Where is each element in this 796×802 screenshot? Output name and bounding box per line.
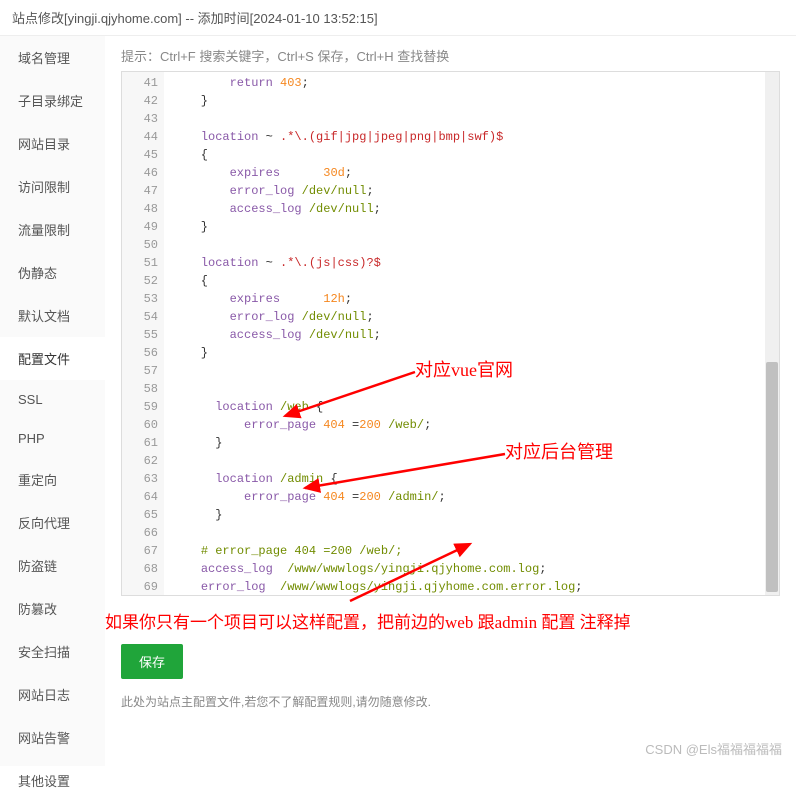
code-line[interactable]: access_log /www/wwwlogs/yingji.qjyhome.c… xyxy=(164,560,779,578)
code-line[interactable] xyxy=(164,452,779,470)
code-line[interactable]: error_log /dev/null; xyxy=(164,182,779,200)
line-number: 53 xyxy=(122,290,164,308)
line-number: 41 xyxy=(122,74,164,92)
line-number: 54 xyxy=(122,308,164,326)
code-line[interactable]: return 403; xyxy=(164,74,779,92)
line-number: 44 xyxy=(122,128,164,146)
code-line[interactable]: expires 30d; xyxy=(164,164,779,182)
content-panel: 提示：Ctrl+F 搜索关键字，Ctrl+S 保存，Ctrl+H 查找替换 41… xyxy=(105,36,796,766)
sidebar-item-13[interactable]: 防篡改 xyxy=(0,587,105,630)
code-line[interactable]: } xyxy=(164,434,779,452)
sidebar-item-15[interactable]: 网站日志 xyxy=(0,673,105,716)
line-number: 66 xyxy=(122,524,164,542)
sidebar-item-1[interactable]: 子目录绑定 xyxy=(0,79,105,122)
sidebar-item-5[interactable]: 伪静态 xyxy=(0,251,105,294)
hint-text: 提示：Ctrl+F 搜索关键字，Ctrl+S 保存，Ctrl+H 查找替换 xyxy=(121,46,780,65)
line-number: 42 xyxy=(122,92,164,110)
code-line[interactable]: } xyxy=(164,218,779,236)
code-line[interactable]: location /web { xyxy=(164,398,779,416)
code-line[interactable]: } xyxy=(164,506,779,524)
sidebar-item-17[interactable]: 其他设置 xyxy=(0,759,105,802)
annotation-single: 如果你只有一个项目可以这样配置，把前边的web 跟admin 配置 注释掉 xyxy=(105,608,631,633)
code-line[interactable]: location /admin { xyxy=(164,470,779,488)
line-number: 68 xyxy=(122,560,164,578)
sidebar-item-6[interactable]: 默认文档 xyxy=(0,294,105,337)
code-line[interactable] xyxy=(164,380,779,398)
code-line[interactable]: error_page 404 =200 /web/; xyxy=(164,416,779,434)
line-number: 65 xyxy=(122,506,164,524)
code-line[interactable]: } xyxy=(164,344,779,362)
line-number: 45 xyxy=(122,146,164,164)
code-line[interactable] xyxy=(164,524,779,542)
code-line[interactable]: error_log /dev/null; xyxy=(164,308,779,326)
line-number: 63 xyxy=(122,470,164,488)
sidebar-item-16[interactable]: 网站告警 xyxy=(0,716,105,759)
line-gutter: 4142434445464748495051525354555657585960… xyxy=(122,72,164,596)
code-line[interactable]: error_log /www/wwwlogs/yingji.qjyhome.co… xyxy=(164,578,779,596)
sidebar-item-8[interactable]: SSL xyxy=(0,380,105,419)
footer-note: 此处为站点主配置文件,若您不了解配置规则,请勿随意修改. xyxy=(121,693,780,710)
sidebar-item-14[interactable]: 安全扫描 xyxy=(0,630,105,673)
code-line[interactable]: } xyxy=(164,92,779,110)
save-button[interactable]: 保存 xyxy=(121,644,183,679)
line-number: 67 xyxy=(122,542,164,560)
code-area[interactable]: return 403; } location ~ .*\.(gif|jpg|jp… xyxy=(164,74,779,596)
sidebar-item-0[interactable]: 域名管理 xyxy=(0,36,105,79)
line-number: 61 xyxy=(122,434,164,452)
watermark: CSDN @Els福福福福福 xyxy=(645,739,782,758)
code-line[interactable]: access_log /dev/null; xyxy=(164,326,779,344)
sidebar-item-3[interactable]: 访问限制 xyxy=(0,165,105,208)
line-number: 49 xyxy=(122,218,164,236)
window-title: 站点修改[yingji.qjyhome.com] -- 添加时间[2024-01… xyxy=(0,0,796,36)
line-number: 59 xyxy=(122,398,164,416)
line-number: 50 xyxy=(122,236,164,254)
line-number: 64 xyxy=(122,488,164,506)
code-line[interactable]: { xyxy=(164,272,779,290)
code-line[interactable] xyxy=(164,362,779,380)
line-number: 58 xyxy=(122,380,164,398)
code-line[interactable]: # error_page 404 =200 /web/; xyxy=(164,542,779,560)
line-number: 56 xyxy=(122,344,164,362)
code-line[interactable] xyxy=(164,110,779,128)
sidebar-item-4[interactable]: 流量限制 xyxy=(0,208,105,251)
sidebar-item-7[interactable]: 配置文件 xyxy=(0,337,105,380)
sidebar-item-11[interactable]: 反向代理 xyxy=(0,501,105,544)
line-number: 55 xyxy=(122,326,164,344)
code-line[interactable]: location ~ .*\.(js|css)?$ xyxy=(164,254,779,272)
sidebar-item-12[interactable]: 防盗链 xyxy=(0,544,105,587)
line-number: 62 xyxy=(122,452,164,470)
line-number: 52 xyxy=(122,272,164,290)
line-number: 69 xyxy=(122,578,164,596)
sidebar: 域名管理子目录绑定网站目录访问限制流量限制伪静态默认文档配置文件SSLPHP重定… xyxy=(0,36,105,766)
sidebar-item-2[interactable]: 网站目录 xyxy=(0,122,105,165)
code-line[interactable] xyxy=(164,236,779,254)
scrollbar-thumb[interactable] xyxy=(766,362,778,592)
line-number: 46 xyxy=(122,164,164,182)
scrollbar[interactable] xyxy=(765,72,779,595)
line-number: 57 xyxy=(122,362,164,380)
line-number: 47 xyxy=(122,182,164,200)
sidebar-item-10[interactable]: 重定向 xyxy=(0,458,105,501)
sidebar-item-9[interactable]: PHP xyxy=(0,419,105,458)
line-number: 48 xyxy=(122,200,164,218)
main-container: 域名管理子目录绑定网站目录访问限制流量限制伪静态默认文档配置文件SSLPHP重定… xyxy=(0,36,796,766)
code-editor[interactable]: 4142434445464748495051525354555657585960… xyxy=(121,71,780,596)
code-line[interactable]: { xyxy=(164,146,779,164)
code-line[interactable]: expires 12h; xyxy=(164,290,779,308)
code-line[interactable]: access_log /dev/null; xyxy=(164,200,779,218)
code-line[interactable]: error_page 404 =200 /admin/; xyxy=(164,488,779,506)
line-number: 43 xyxy=(122,110,164,128)
line-number: 51 xyxy=(122,254,164,272)
code-line[interactable]: location ~ .*\.(gif|jpg|jpeg|png|bmp|swf… xyxy=(164,128,779,146)
line-number: 60 xyxy=(122,416,164,434)
